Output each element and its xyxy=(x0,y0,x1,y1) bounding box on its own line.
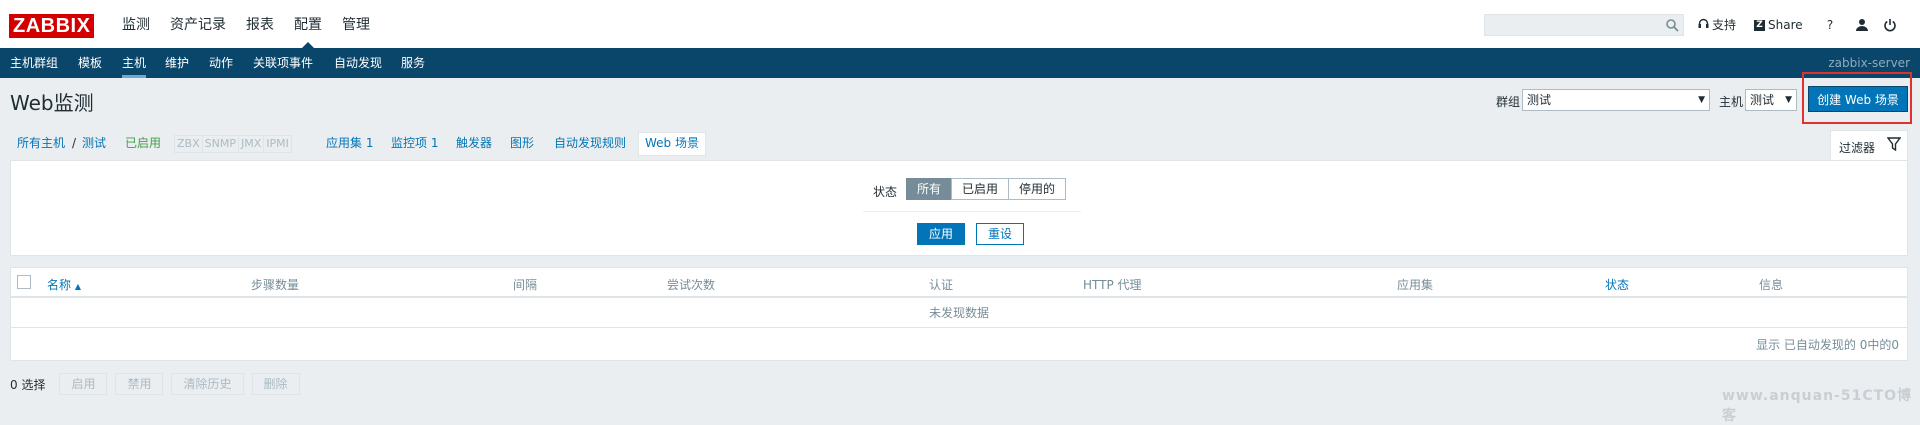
submenu-services[interactable]: 服务 xyxy=(401,48,425,78)
column-steps: 步骤数量 xyxy=(251,278,300,292)
status-option-disabled[interactable]: 停用的 xyxy=(1008,178,1067,200)
sort-asc-icon: ▲ xyxy=(74,282,81,291)
menu-monitoring[interactable]: 监测 xyxy=(112,0,160,48)
host-label: 主机 xyxy=(1719,95,1744,109)
dropdown-arrow-icon: ▼ xyxy=(1698,95,1705,105)
mass-actions: 0 选择 启用 禁用 清除历史 删除 xyxy=(10,373,308,395)
column-applications: 应用集 xyxy=(1397,278,1434,292)
table-paging-summary: 显示 已自动发现的 0中的0 xyxy=(1756,338,1899,352)
host-link[interactable]: 测试 xyxy=(82,132,106,154)
column-attempts: 尝试次数 xyxy=(667,278,716,292)
enable-button[interactable]: 启用 xyxy=(59,373,108,395)
submenu-actions[interactable]: 动作 xyxy=(209,48,233,78)
web-scenarios-table: 名称 ▲ 步骤数量 间隔 尝试次数 认证 HTTP 代理 应用集 状态 信息 未… xyxy=(10,267,1908,361)
host-select[interactable]: 测试 ▼ xyxy=(1745,89,1797,111)
help-icon[interactable]: ? xyxy=(1820,15,1840,35)
main-menu: 监测 资产记录 报表 配置 管理 xyxy=(112,0,380,48)
filter-tab[interactable]: 过滤器 xyxy=(1830,130,1908,161)
menu-configuration[interactable]: 配置 xyxy=(284,0,332,48)
column-name[interactable]: 名称 ▲ xyxy=(47,276,81,293)
delete-button[interactable]: 删除 xyxy=(251,373,300,395)
share-z-icon: Z xyxy=(1754,19,1765,31)
power-logout-icon[interactable] xyxy=(1880,15,1900,35)
host-select-value: 测试 xyxy=(1750,93,1775,107)
group-select-value: 测试 xyxy=(1527,93,1552,107)
top-bar: ZABBIX 监测 资产记录 报表 配置 管理 支持 Z Share ? xyxy=(0,0,1920,49)
filter-funnel-icon xyxy=(1887,137,1901,151)
submenu-hosts[interactable]: 主机 xyxy=(122,48,147,78)
items-link[interactable]: 监控项 1 xyxy=(391,132,438,154)
filter-divider xyxy=(863,211,1081,212)
table-header: 名称 ▲ 步骤数量 间隔 尝试次数 认证 HTTP 代理 应用集 状态 信息 xyxy=(11,268,1907,298)
submenu-correlation[interactable]: 关联项事件 xyxy=(253,48,313,78)
column-status[interactable]: 状态 xyxy=(1605,276,1629,293)
dropdown-arrow-icon: ▼ xyxy=(1785,95,1792,105)
filter-tab-label: 过滤器 xyxy=(1839,141,1876,155)
status-segmented-control: 所有 已启用 停用的 xyxy=(906,178,1067,200)
column-authentication: 认证 xyxy=(929,278,954,292)
page-title: Web监测 xyxy=(10,91,94,115)
support-link[interactable]: 支持 xyxy=(1698,15,1736,35)
menu-reports[interactable]: 报表 xyxy=(236,0,284,48)
status-option-enabled[interactable]: 已启用 xyxy=(951,178,1010,200)
web-scenarios-tab[interactable]: Web 场景 xyxy=(638,132,706,156)
sub-menu: 主机群组 模板 主机 维护 动作 关联项事件 自动发现 服务 zabbix-se… xyxy=(0,48,1920,78)
user-profile-icon[interactable] xyxy=(1852,15,1872,35)
share-link[interactable]: Z Share xyxy=(1754,15,1803,35)
host-status-enabled[interactable]: 已启用 xyxy=(125,132,161,154)
reset-button[interactable]: 重设 xyxy=(976,223,1024,245)
breadcrumb-separator: / xyxy=(72,136,77,150)
menu-inventory[interactable]: 资产记录 xyxy=(160,0,236,48)
submenu-maintenance[interactable]: 维护 xyxy=(165,48,189,78)
snmp-badge: SNMP xyxy=(201,135,239,153)
submenu-discovery[interactable]: 自动发现 xyxy=(334,48,382,78)
status-option-all[interactable]: 所有 xyxy=(906,178,953,200)
selected-count: 0 选择 xyxy=(10,377,46,392)
clear-history-button[interactable]: 清除历史 xyxy=(171,373,244,395)
zabbix-logo[interactable]: ZABBIX xyxy=(9,14,95,38)
headset-icon xyxy=(1698,15,1709,35)
column-http-proxy: HTTP 代理 xyxy=(1083,278,1142,292)
filter-panel: 状态 所有 已启用 停用的 应用 重设 xyxy=(10,160,1908,256)
graphs-link[interactable]: 图形 xyxy=(510,132,534,154)
applications-link[interactable]: 应用集 1 xyxy=(326,132,373,154)
column-interval: 间隔 xyxy=(513,278,538,292)
group-label: 群组 xyxy=(1496,95,1521,109)
discovery-rules-link[interactable]: 自动发现规则 xyxy=(554,132,626,154)
submenu-host-groups[interactable]: 主机群组 xyxy=(10,48,58,78)
all-hosts-link[interactable]: 所有主机 xyxy=(17,132,65,154)
menu-administration[interactable]: 管理 xyxy=(332,0,380,48)
ipmi-badge: IPMI xyxy=(263,135,292,153)
status-filter-label: 状态 xyxy=(873,185,898,199)
no-data-row: 未发现数据 xyxy=(11,298,1907,328)
jmx-badge: JMX xyxy=(237,135,265,153)
search-input[interactable] xyxy=(1484,14,1684,36)
watermark: www.anquan-51CTO博客 xyxy=(1722,388,1913,424)
highlight-annotation-box xyxy=(1802,72,1912,124)
disable-button[interactable]: 禁用 xyxy=(115,373,164,395)
apply-button[interactable]: 应用 xyxy=(917,223,965,245)
availability-badges: ZBX SNMP JMX IPMI xyxy=(174,135,292,153)
triggers-link[interactable]: 触发器 xyxy=(456,132,492,154)
submenu-templates[interactable]: 模板 xyxy=(78,48,102,78)
zbx-badge: ZBX xyxy=(174,135,203,153)
group-select[interactable]: 测试 ▼ xyxy=(1522,89,1710,111)
search-icon[interactable] xyxy=(1660,14,1684,36)
select-all-checkbox[interactable] xyxy=(17,275,31,289)
page-header: Web监测 群组 测试 ▼ 主机 测试 ▼ 创建 Web 场景 xyxy=(0,78,1920,122)
column-info: 信息 xyxy=(1759,278,1784,292)
host-nav: 所有主机 / 测试 已启用 ZBX SNMP JMX IPMI 应用集 1 监控… xyxy=(0,132,1920,156)
